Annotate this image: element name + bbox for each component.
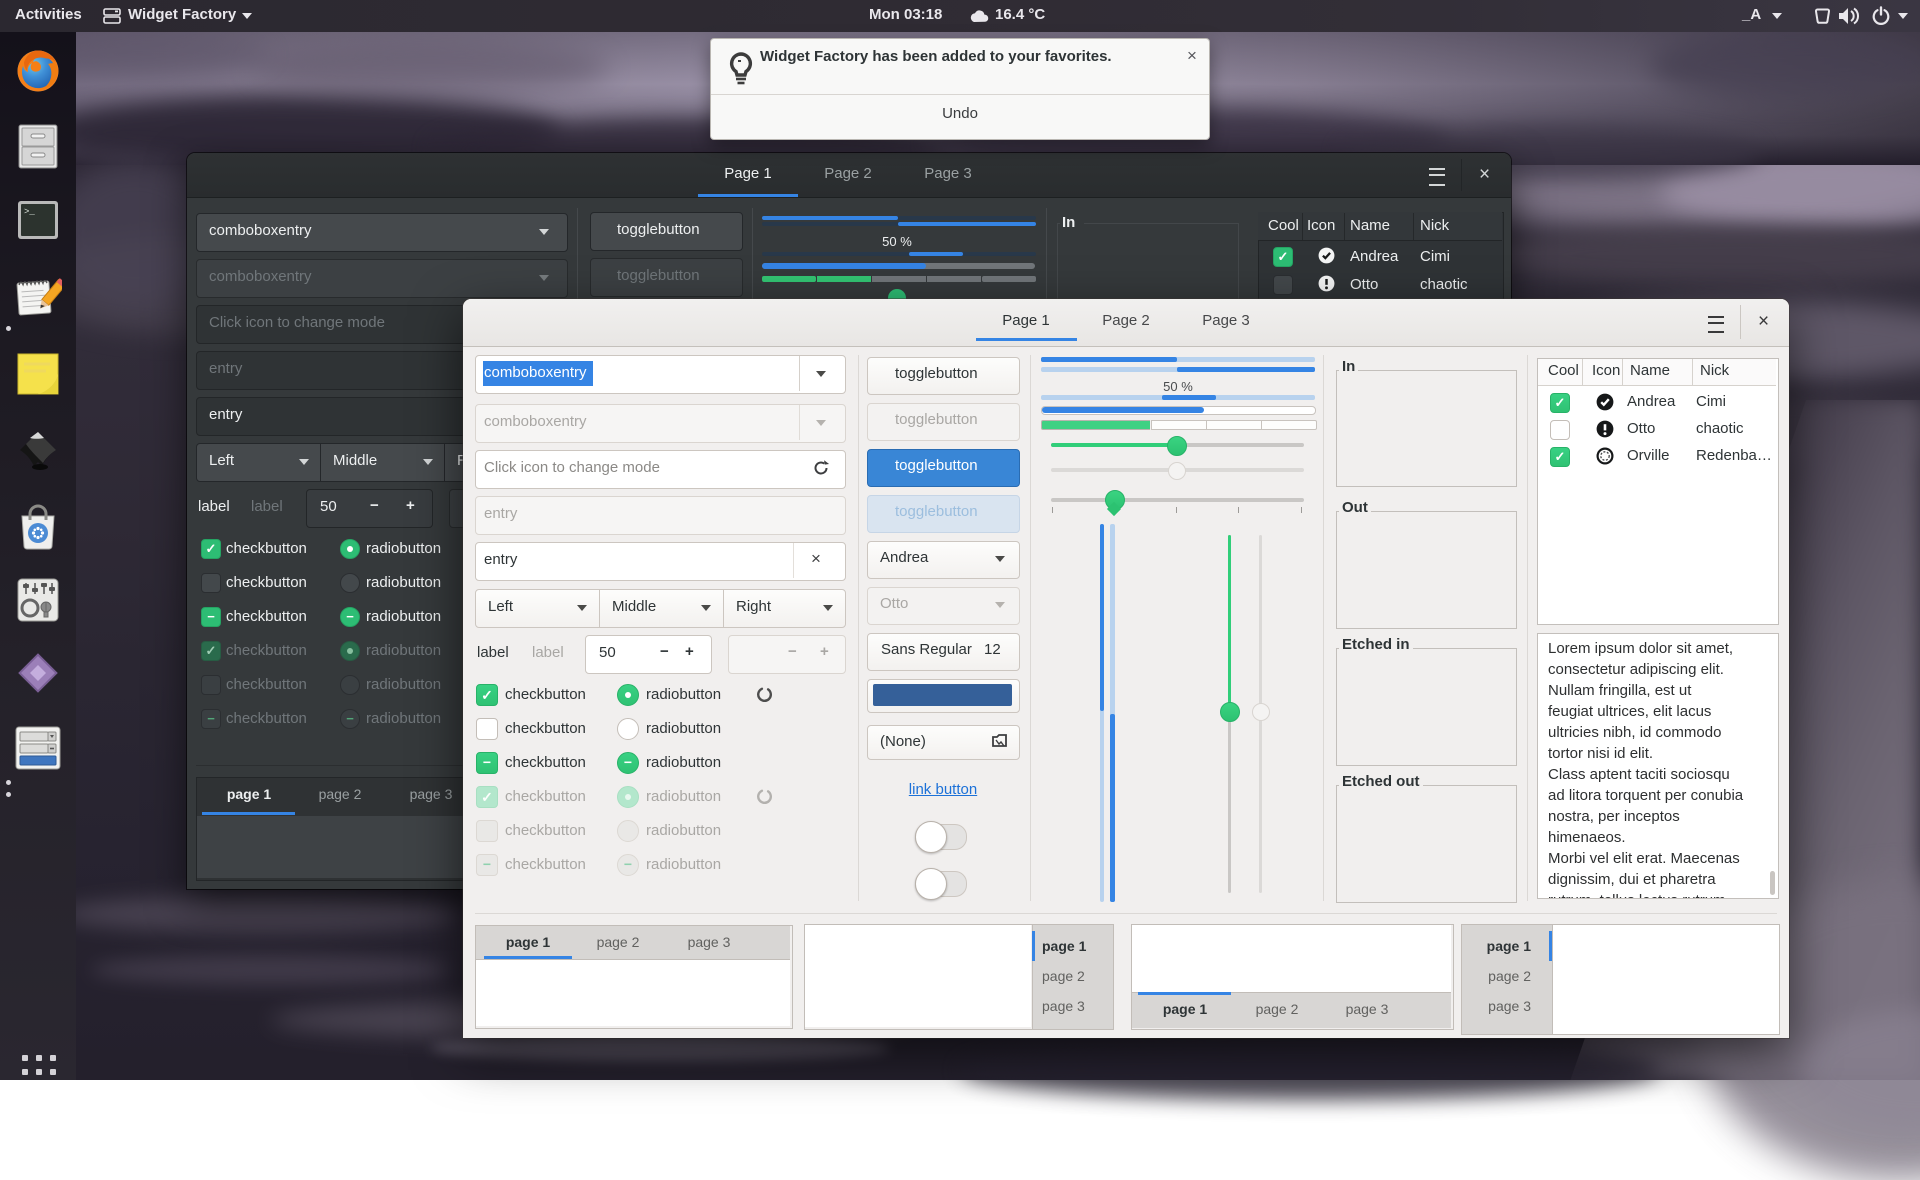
svg-text:>_: >_ (24, 207, 35, 217)
